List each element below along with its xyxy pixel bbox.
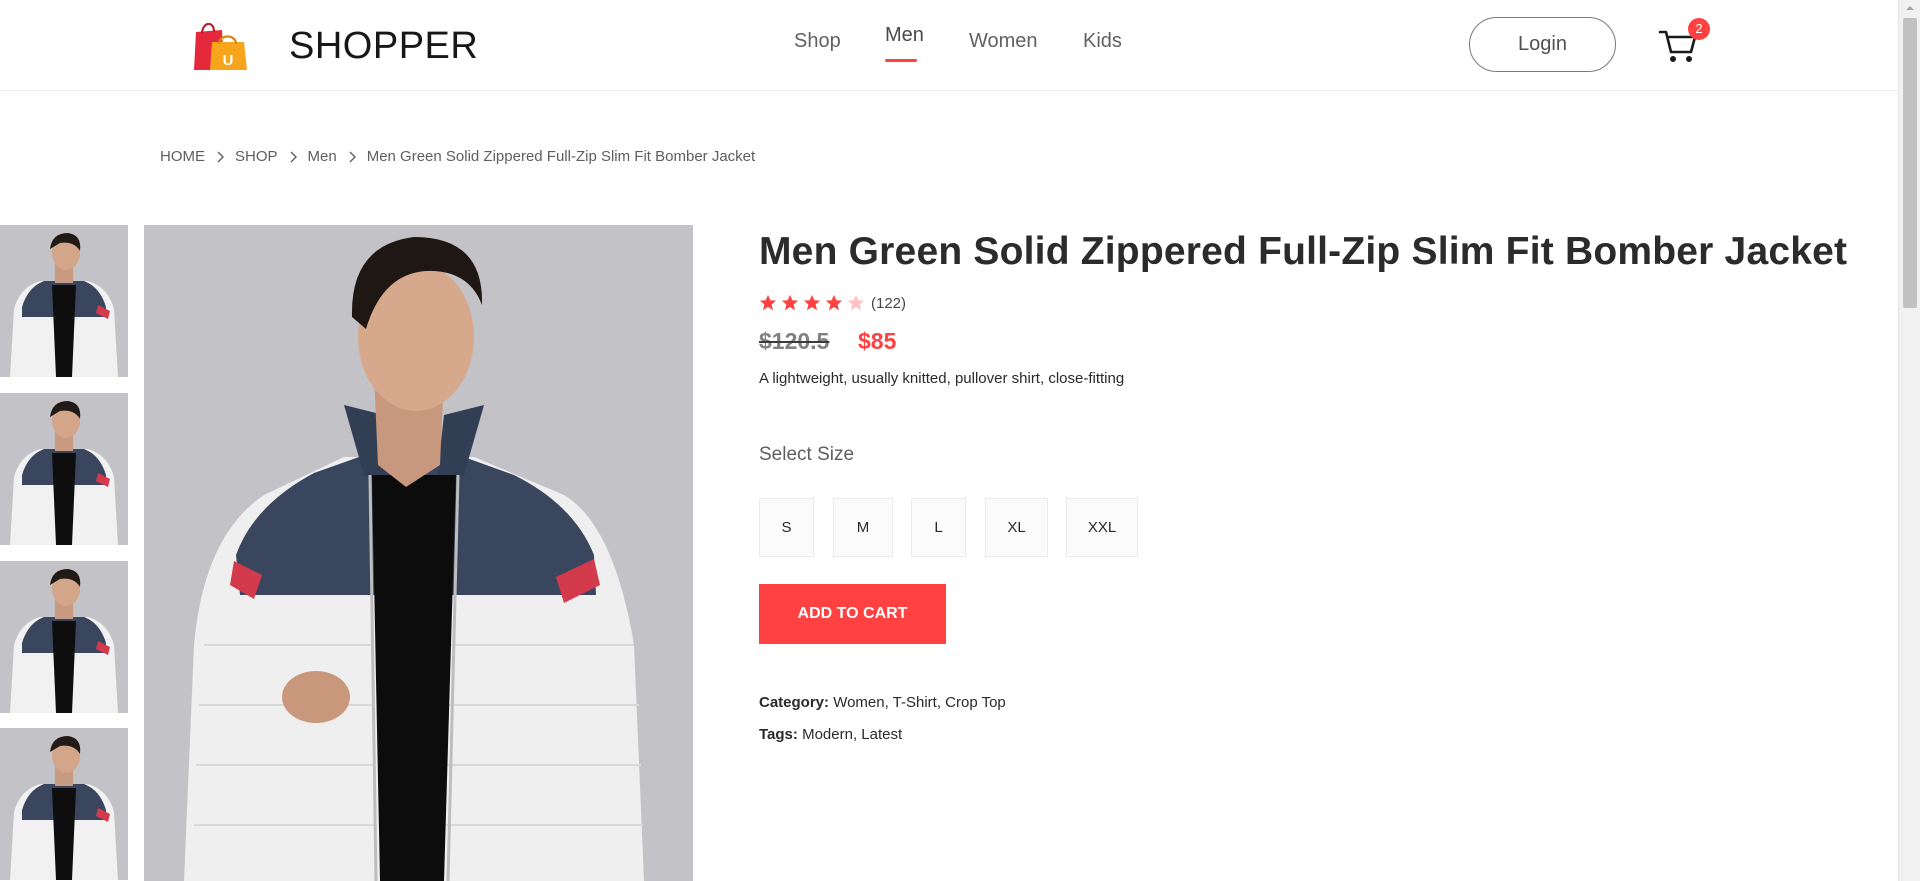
tags-value: Modern, Latest: [802, 726, 903, 743]
logo[interactable]: U SHOPPER: [192, 16, 478, 72]
jacket-model-thumbnail-image: [0, 225, 128, 377]
star-empty-icon: [847, 294, 865, 311]
cart-count-badge: 2: [1688, 18, 1710, 40]
star-icon: [759, 294, 777, 311]
star-icon: [781, 294, 799, 311]
product-description: A lightweight, usually knitted, pullover…: [759, 370, 1125, 387]
product-main-image: [144, 225, 693, 881]
nav-item-men[interactable]: Men: [885, 24, 924, 62]
cart-button[interactable]: 2: [1658, 18, 1710, 66]
size-option-xxl[interactable]: XXL: [1066, 498, 1138, 557]
logo-letter: U: [223, 52, 234, 69]
scrollbar-thumb[interactable]: [1903, 18, 1917, 308]
breadcrumb-product: Men Green Solid Zippered Full-Zip Slim F…: [366, 148, 756, 165]
breadcrumb-shop[interactable]: SHOP: [235, 148, 278, 165]
shopping-bag-icon: U: [194, 22, 247, 70]
page-scrollbar[interactable]: [1898, 0, 1920, 881]
tags-label: Tags:: [759, 726, 798, 743]
product-title: Men Green Solid Zippered Full-Zip Slim F…: [759, 230, 1848, 273]
breadcrumb-home[interactable]: HOME: [160, 148, 205, 165]
product-rating: (122): [759, 294, 906, 312]
add-to-cart-button[interactable]: ADD TO CART: [759, 584, 946, 644]
category-label: Category:: [759, 694, 830, 711]
breadcrumb-men[interactable]: Men: [308, 148, 337, 165]
chevron-right-icon: [217, 151, 224, 162]
star-icon: [803, 294, 821, 311]
original-price: $120.5: [759, 328, 830, 354]
size-option-l[interactable]: L: [911, 498, 966, 557]
chevron-right-icon: [349, 151, 356, 162]
jacket-model-thumbnail-image: [0, 728, 128, 880]
nav-item-kids[interactable]: Kids: [1083, 30, 1122, 53]
product-thumbnail[interactable]: [0, 728, 128, 880]
category-value: Women, T-Shirt, Crop Top: [833, 694, 1006, 711]
chevron-right-icon: [290, 151, 297, 162]
product-category: Category: Women, T-Shirt, Crop Top: [759, 694, 1006, 711]
brand-name: SHOPPER: [289, 25, 479, 67]
jacket-model-thumbnail-image: [0, 393, 128, 545]
size-option-xl[interactable]: XL: [985, 498, 1048, 557]
product-thumbnail[interactable]: [0, 393, 128, 545]
active-nav-indicator: [885, 59, 917, 62]
review-count: (122): [871, 294, 907, 312]
jacket-model-thumbnail-image: [0, 561, 128, 713]
site-header: U SHOPPER Shop Men Women Kids Login 2: [0, 0, 1898, 91]
nav-item-men-label: Men: [885, 24, 924, 46]
size-select-label: Select Size: [759, 444, 855, 465]
size-option-s[interactable]: S: [759, 498, 814, 557]
nav-item-women[interactable]: Women: [969, 30, 1038, 53]
jacket-model-image: [144, 225, 693, 881]
star-icon: [825, 294, 843, 311]
nav-item-shop[interactable]: Shop: [794, 30, 841, 53]
product-tags: Tags: Modern, Latest: [759, 726, 902, 743]
sale-price: $85: [858, 328, 897, 354]
size-option-m[interactable]: M: [833, 498, 893, 557]
breadcrumb: HOME SHOP Men Men Green Solid Zippered F…: [160, 148, 755, 165]
product-thumbnail[interactable]: [0, 225, 128, 377]
product-thumbnail[interactable]: [0, 561, 128, 713]
login-button[interactable]: Login: [1469, 17, 1616, 72]
scroll-up-arrow-icon[interactable]: [1899, 0, 1920, 16]
